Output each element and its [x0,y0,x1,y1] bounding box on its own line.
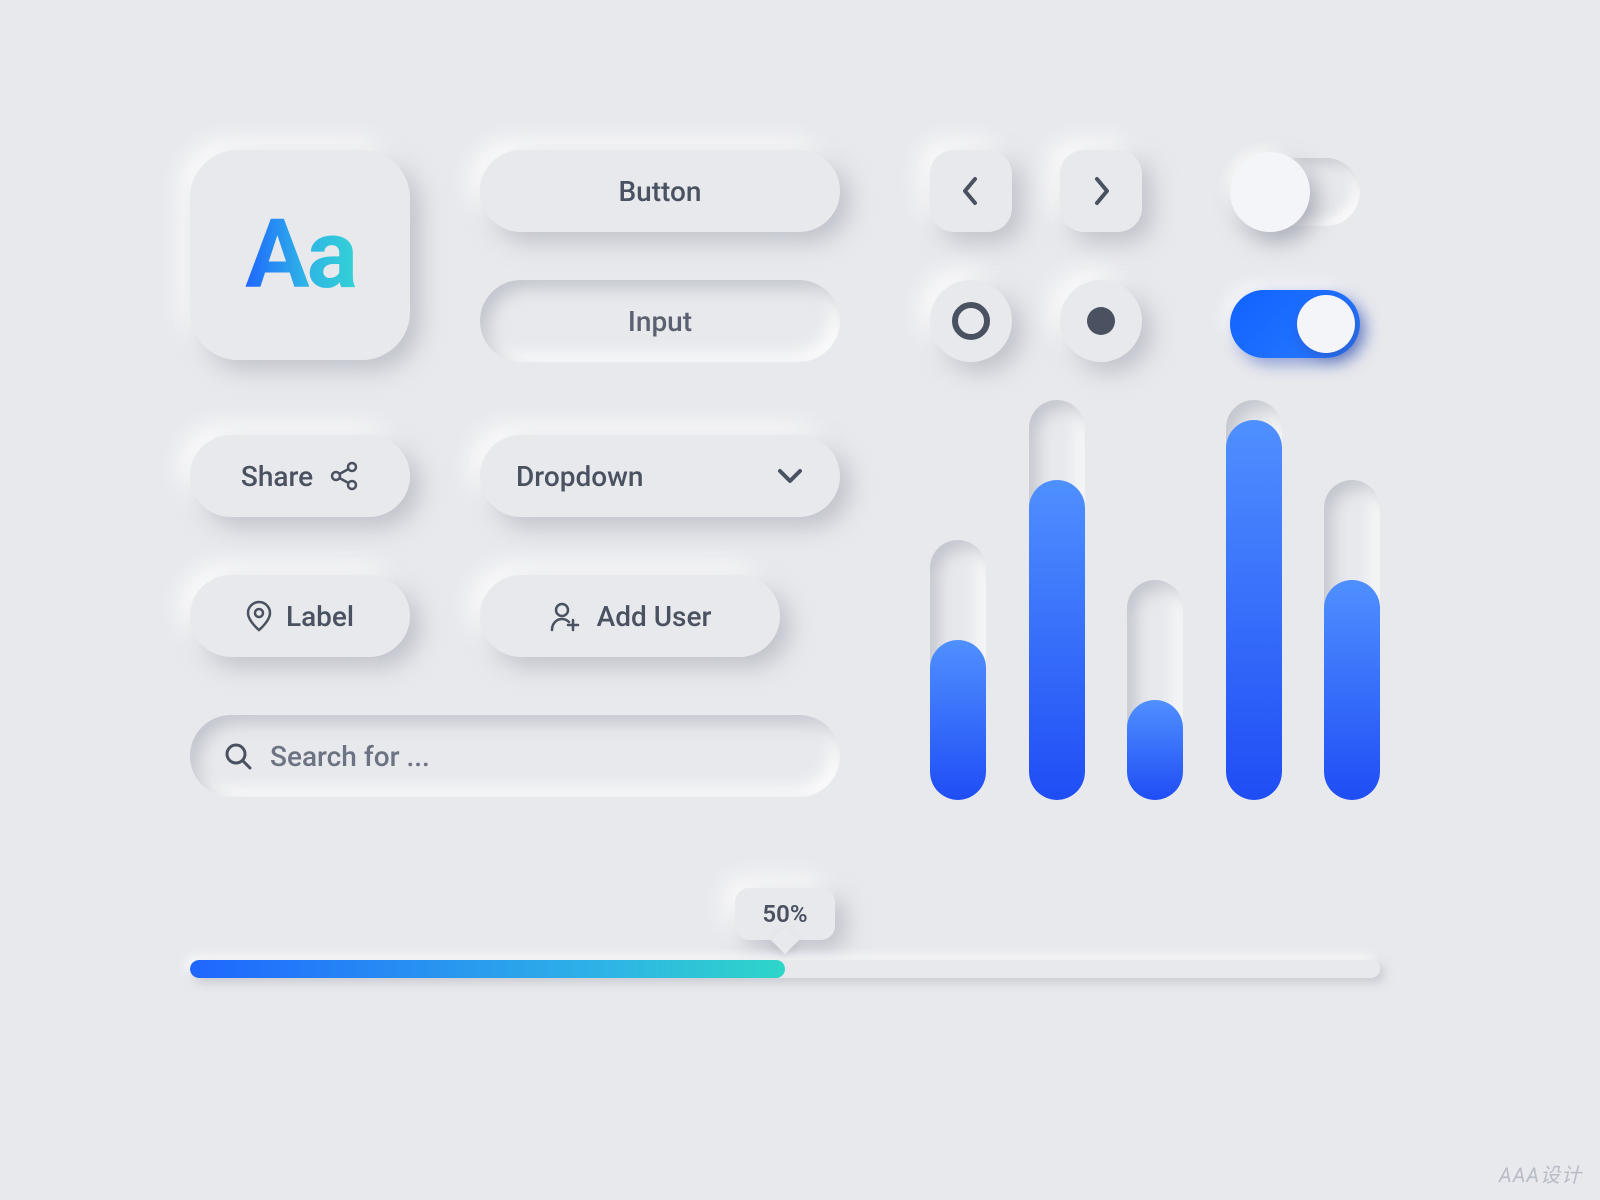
chevron-right-icon [1091,175,1111,207]
progress-value: 50% [762,900,807,928]
toggle-knob [1297,295,1355,353]
previous-button[interactable] [930,150,1012,232]
search-icon [224,742,252,770]
progress-track [190,960,1380,978]
bar-track [1324,480,1380,800]
add-user-label: Add User [597,600,712,633]
toggle-switch-off[interactable] [1230,158,1360,226]
text-input[interactable]: Input [480,280,840,362]
chevron-down-icon [776,467,804,485]
share-button[interactable]: Share [190,435,410,517]
toggle-knob [1230,152,1310,232]
bar-chart [930,400,1380,800]
dropdown-select[interactable]: Dropdown [480,435,840,517]
bar-track [1127,580,1183,800]
radio-dot-icon [1087,307,1115,335]
add-user-button[interactable]: Add User [480,575,780,657]
location-pin-icon [246,600,272,632]
radio-unchecked[interactable] [930,280,1012,362]
primary-button[interactable]: Button [480,150,840,232]
logo-text: Aa [245,199,355,311]
bar-track [1226,400,1282,800]
bar-track [930,540,986,800]
search-input[interactable]: Search for ... [190,715,840,797]
bar-fill [1226,420,1282,800]
search-placeholder: Search for ... [270,740,430,773]
radio-checked[interactable] [1060,280,1142,362]
bar-fill [930,640,986,800]
bar-track [1029,400,1085,800]
logo-tile: Aa [190,150,410,360]
input-placeholder: Input [628,305,692,338]
radio-ring-icon [952,302,990,340]
label-text: Label [286,600,354,633]
progress-fill [190,960,785,978]
chevron-left-icon [961,175,981,207]
bar-fill [1324,580,1380,800]
next-button[interactable] [1060,150,1142,232]
progress-slider[interactable]: 50% [190,960,1380,978]
button-label: Button [618,175,701,208]
add-user-icon [549,600,581,632]
watermark: AAA设计 [1499,1159,1582,1188]
share-icon [329,461,359,491]
dropdown-label: Dropdown [516,460,643,493]
label-button[interactable]: Label [190,575,410,657]
bar-fill [1127,700,1183,800]
toggle-switch-on[interactable] [1230,290,1360,358]
share-label: Share [241,460,313,493]
progress-tooltip: 50% [735,888,835,940]
bar-fill [1029,480,1085,800]
